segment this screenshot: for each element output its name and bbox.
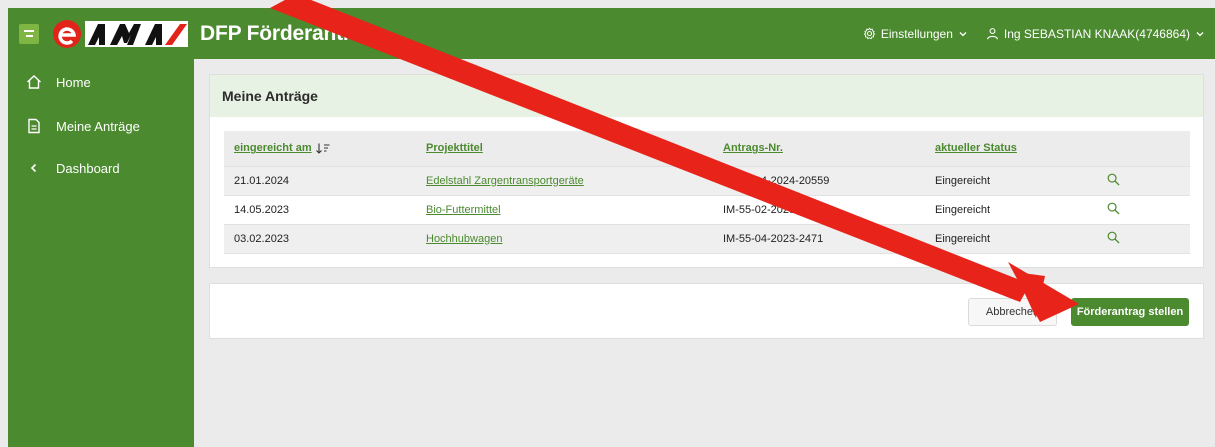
row-date: 14.05.2023 xyxy=(224,195,426,224)
search-icon[interactable] xyxy=(1107,231,1120,244)
row-date: 21.01.2024 xyxy=(224,166,426,195)
settings-menu[interactable]: Einstellungen xyxy=(863,27,968,41)
table-row: 14.05.2023 Bio-Futtermittel IM-55-02-202… xyxy=(224,195,1190,224)
row-number: IM-55-02-2023-7... xyxy=(723,195,935,224)
sort-descending-icon xyxy=(315,143,330,154)
sidebar-item-label: Meine Anträge xyxy=(56,118,140,134)
sidebar: Home Meine Anträge Dashboard xyxy=(8,59,194,447)
sidebar-item-dashboard[interactable]: Dashboard xyxy=(25,157,120,179)
row-status: Eingereicht xyxy=(935,195,1107,224)
user-label: Ing SEBASTIAN KNAAK(4746864) xyxy=(1003,26,1190,41)
column-header-title[interactable]: Projekttitel xyxy=(426,131,723,166)
cancel-button[interactable]: Abbrechen xyxy=(968,298,1057,326)
document-icon xyxy=(25,117,43,135)
settings-label: Einstellungen xyxy=(880,26,953,41)
column-header-actions xyxy=(1107,131,1190,166)
row-number: IM-55-04-2023-2471 xyxy=(723,224,935,253)
column-header-date[interactable]: eingereicht am xyxy=(224,131,426,166)
applications-table: eingereicht am Projekttitel Antrags-Nr. … xyxy=(224,131,1190,254)
submit-application-button[interactable]: Förderantrag stellen xyxy=(1071,298,1189,326)
chevron-down-icon xyxy=(959,31,967,36)
row-number: IM-55-04-2024-20559 xyxy=(723,166,935,195)
card-title: Meine Anträge xyxy=(210,75,1203,117)
sidebar-item-meine-antraege[interactable]: Meine Anträge xyxy=(25,115,140,137)
search-icon[interactable] xyxy=(1107,173,1120,186)
table-row: 21.01.2024 Edelstahl Zargentransportgerä… xyxy=(224,166,1190,195)
search-icon[interactable] xyxy=(1107,202,1120,215)
chevron-left-icon xyxy=(25,159,43,177)
project-title-link[interactable]: Hochhubwagen xyxy=(426,233,502,245)
row-date: 03.02.2023 xyxy=(224,224,426,253)
row-status: Eingereicht xyxy=(935,166,1107,195)
table-row: 03.02.2023 Hochhubwagen IM-55-04-2023-24… xyxy=(224,224,1190,253)
chevron-down-icon xyxy=(1196,31,1204,36)
hamburger-menu-button[interactable] xyxy=(19,23,39,44)
sidebar-item-home[interactable]: Home xyxy=(25,71,91,93)
row-status: Eingereicht xyxy=(935,224,1107,253)
user-menu[interactable]: Ing SEBASTIAN KNAAK(4746864) xyxy=(986,27,1205,41)
project-title-link[interactable]: Bio-Futtermittel xyxy=(426,204,501,216)
user-icon xyxy=(987,28,998,40)
app-title: DFP Förderantrag xyxy=(200,21,375,45)
eama-logo-mark xyxy=(53,19,188,48)
eama-logo[interactable] xyxy=(53,19,188,49)
actions-card: Abbrechen Förderantrag stellen xyxy=(209,283,1204,339)
applications-card: Meine Anträge eingereicht am Projekttite… xyxy=(209,74,1204,268)
sidebar-item-label: Home xyxy=(56,74,91,90)
project-title-link[interactable]: Edelstahl Zargentransportgeräte xyxy=(426,175,584,187)
home-icon xyxy=(25,73,43,91)
column-header-status[interactable]: aktueller Status xyxy=(935,131,1107,166)
top-bar: DFP Förderantrag Einstellungen Ing SEBAS… xyxy=(8,8,1215,59)
column-header-number[interactable]: Antrags-Nr. xyxy=(723,131,935,166)
gear-icon xyxy=(863,27,876,40)
sidebar-item-label: Dashboard xyxy=(56,160,120,176)
